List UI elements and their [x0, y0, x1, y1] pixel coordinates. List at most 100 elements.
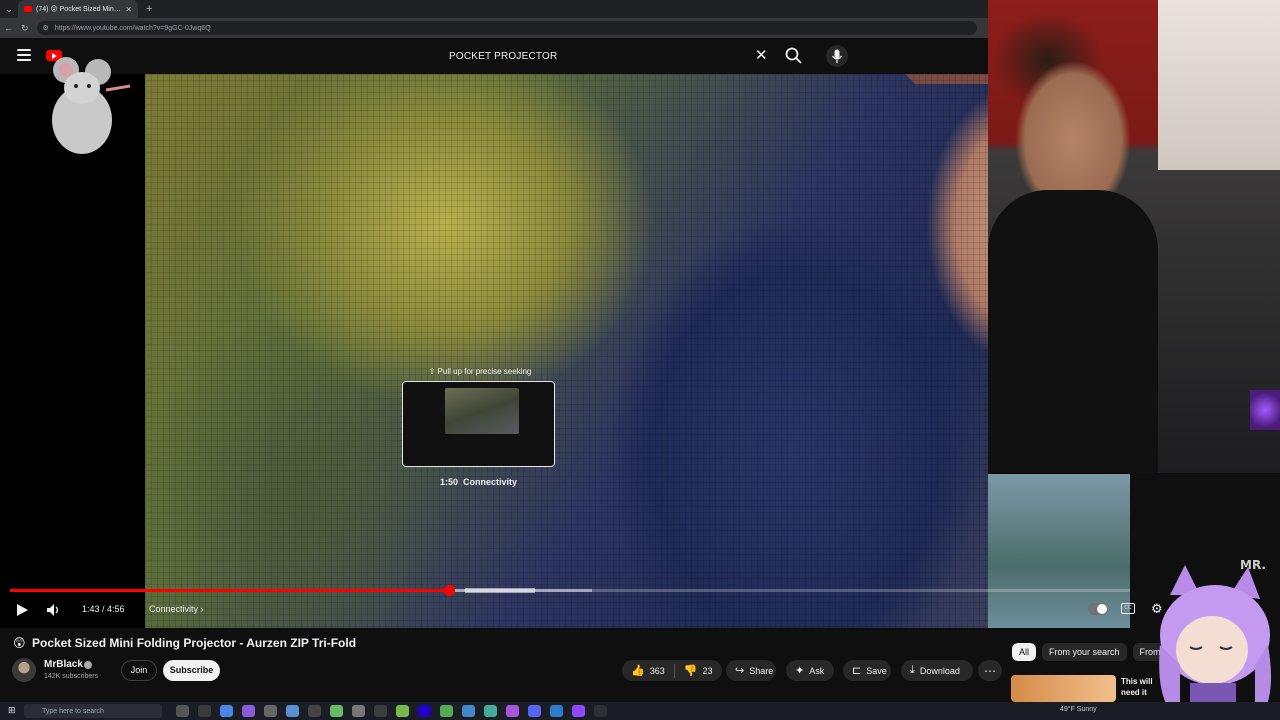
thumbs-down-icon[interactable]: 👎 [684, 664, 698, 677]
ask-button[interactable]: ✦ Ask [786, 660, 834, 681]
app-icon-6[interactable] [352, 705, 365, 717]
chapter-label: Connectivity [149, 604, 199, 614]
thumbs-up-icon[interactable]: 👍 [631, 664, 645, 677]
start-icon[interactable]: ⊞ [8, 705, 16, 716]
mascot-overlay-icon [52, 57, 131, 154]
recommended-title[interactable]: This will need it [1121, 676, 1153, 698]
title-emoji: 😲 [13, 636, 26, 650]
app-icon-11[interactable] [484, 705, 497, 717]
subscribe-button[interactable]: Subscribe [163, 660, 220, 681]
steam-icon[interactable] [594, 705, 607, 717]
app-icon-2[interactable] [242, 705, 255, 717]
autoplay-toggle[interactable] [1088, 603, 1108, 615]
save-label: Save [866, 665, 887, 676]
app-icon-4[interactable] [286, 705, 299, 717]
captions-icon[interactable]: CC [1121, 603, 1135, 614]
preview-chapter: Connectivity [463, 477, 518, 487]
sparkle-icon: ✦ [795, 665, 805, 677]
app-icon-13[interactable] [550, 705, 563, 717]
progress-bar[interactable] [10, 585, 1130, 596]
menu-icon[interactable] [17, 49, 31, 61]
video-frame [145, 74, 1130, 628]
download-label: Download [919, 665, 960, 676]
dislike-count[interactable]: 23 [702, 666, 712, 676]
weather-widget[interactable]: 49°F Sunny [1060, 706, 1097, 713]
download-icon: ⤓ [910, 664, 915, 676]
chip-all[interactable]: All [1012, 643, 1037, 661]
obs-icon[interactable] [308, 705, 321, 717]
like-dislike-group: 👍 363 👎 23 [622, 660, 722, 681]
back-icon[interactable]: ← [4, 23, 13, 33]
address-bar-row: ← ↻ ⚙ https://www.youtube.com/watch?v=9g… [0, 18, 988, 38]
url-input[interactable]: ⚙ https://www.youtube.com/watch?v=9gGC-0… [36, 21, 977, 35]
app-icon-12[interactable] [506, 705, 519, 717]
scrubber-handle[interactable] [444, 585, 455, 596]
save-button[interactable]: ⊏ Save [843, 660, 891, 681]
webcam-wall [1158, 0, 1280, 170]
video-player[interactable] [0, 74, 1130, 628]
close-tab-icon[interactable]: ✕ [125, 5, 132, 14]
player-controls: 1:43 / 4:56 Connectivity › CC ⚙ [0, 598, 1163, 622]
verified-badge-icon [84, 661, 92, 669]
volume-icon[interactable] [46, 603, 62, 617]
app-icon-1[interactable] [198, 705, 211, 717]
windows-taskbar: ⊞ Type here to search 49°F Sunny [0, 702, 1280, 720]
new-tab-icon[interactable]: + [146, 3, 152, 15]
tab-search-icon[interactable]: ⌄ [0, 0, 18, 18]
nvidia-icon[interactable] [396, 705, 409, 717]
task-view-icon[interactable] [176, 705, 189, 717]
play-icon[interactable] [15, 604, 29, 616]
browser-tab[interactable]: (74) 😲 Pocket Sized Mini Folding ✕ [18, 0, 138, 18]
app-icon-10[interactable] [462, 705, 475, 717]
reload-icon[interactable]: ↻ [21, 23, 29, 34]
clear-search-icon[interactable]: ✕ [755, 47, 768, 65]
recommendation-chips: All From your search From [1012, 643, 1168, 661]
channel-name[interactable]: MrBlack [44, 659, 83, 670]
site-info-icon[interactable]: ⚙ [43, 24, 49, 32]
recommended-thumbnail[interactable] [1011, 675, 1116, 702]
video-title: Pocket Sized Mini Folding Projector - Au… [32, 636, 357, 650]
played-bar [10, 589, 449, 592]
like-count[interactable]: 363 [650, 666, 665, 676]
webcam-overlay [988, 0, 1280, 473]
app-icon-7[interactable] [374, 705, 387, 717]
time-display: 1:43 / 4:56 [82, 604, 125, 614]
browser-tabbar: ⌄ (74) 😲 Pocket Sized Mini Folding ✕ + [0, 0, 988, 18]
app-icon-9[interactable] [440, 705, 453, 717]
more-actions-button[interactable]: ⋯ [978, 660, 1002, 681]
taskbar-search-input[interactable]: Type here to search [24, 704, 162, 718]
hover-segment [465, 588, 535, 593]
chip-from-your-search[interactable]: From your search [1042, 643, 1127, 661]
share-button[interactable]: ↪ Share [726, 660, 776, 681]
preview-time: 1:50 [439, 477, 458, 487]
chrome-icon[interactable] [220, 705, 233, 717]
share-label: Share [749, 665, 774, 676]
tab-title: (74) 😲 Pocket Sized Mini Folding [36, 6, 122, 13]
webcam-person [988, 190, 1158, 473]
app-icon-5[interactable] [330, 705, 343, 717]
subscriber-count: 142K subscribers [44, 673, 99, 680]
channel-avatar[interactable] [12, 658, 36, 682]
seek-preview-label: 1:50 Connectivity [402, 477, 555, 487]
app-icon-3[interactable] [264, 705, 277, 717]
twitch-icon[interactable] [572, 705, 585, 717]
vtuber-avatar-icon [1159, 565, 1272, 720]
download-button[interactable]: ⤓ Download [901, 660, 973, 681]
microphone-icon[interactable] [826, 45, 848, 67]
taskbar-apps [176, 705, 607, 717]
youtube-favicon-icon [24, 6, 32, 12]
seek-preview-thumbnail [402, 381, 555, 467]
share-icon: ↪ [735, 665, 745, 677]
search-icon[interactable] [784, 46, 804, 66]
url-text: https://www.youtube.com/watch?v=9gGC-0Jw… [54, 24, 211, 32]
join-button[interactable]: Join [121, 660, 157, 681]
search-query: POCKET PROJECTOR [449, 50, 558, 62]
app-icon-8[interactable] [418, 705, 431, 717]
search-input[interactable]: POCKET PROJECTOR [437, 44, 777, 68]
ask-label: Ask [809, 665, 825, 676]
reco-line2: need it [1121, 688, 1147, 697]
bookmark-icon: ⊏ [852, 665, 862, 677]
discord-icon[interactable] [528, 705, 541, 717]
webcam-keyboard-glow [1250, 390, 1280, 430]
chapter-button[interactable]: Connectivity › [149, 604, 204, 614]
